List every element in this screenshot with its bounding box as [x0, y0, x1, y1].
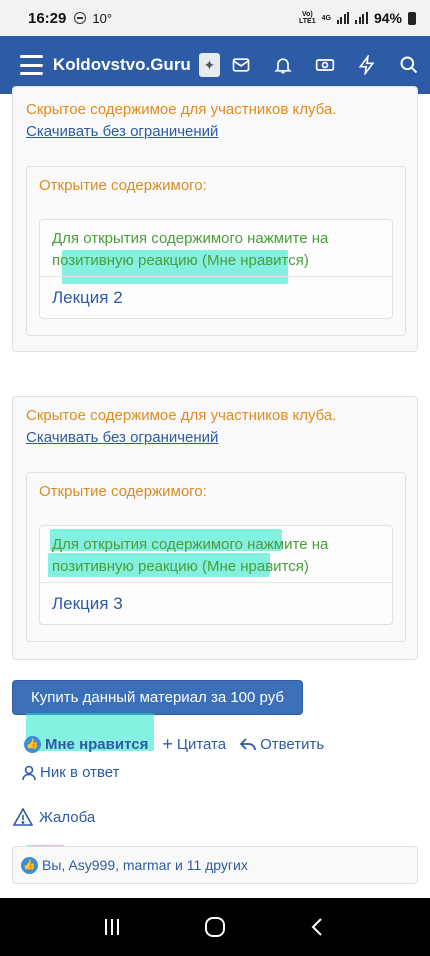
- battery-percent: 94%: [373, 10, 402, 26]
- thumbs-up-icon: 👍: [21, 856, 38, 874]
- menu-icon[interactable]: [20, 55, 43, 75]
- user-icon: [22, 765, 36, 780]
- plus-icon: +: [162, 733, 173, 754]
- unlock-content-title: Открытие содержимого:: [39, 483, 207, 500]
- reply-button[interactable]: Ответить: [240, 736, 324, 753]
- reactions-summary[interactable]: 👍 Вы, Asy999, marmar и 11 других: [12, 846, 418, 884]
- brand-logo-icon[interactable]: ✦: [198, 53, 220, 77]
- like-button[interactable]: 👍 Мне нравится: [24, 735, 148, 753]
- network-type: 4G: [321, 14, 331, 22]
- do-not-disturb-icon: [74, 12, 87, 24]
- unlock-content-box: Открытие содержимого: Для открытия содер…: [26, 166, 406, 336]
- signal-icon: [336, 12, 350, 24]
- reaction-you[interactable]: Вы: [42, 857, 61, 873]
- site-brand[interactable]: Koldovstvo.Guru: [53, 55, 191, 75]
- card-divider: [40, 582, 392, 583]
- report-button[interactable]: Жалоба: [13, 808, 95, 826]
- status-time: 16:29: [28, 9, 67, 27]
- signal-icon-2: [355, 12, 368, 24]
- unlock-instruction: Для открытия содержимого нажмите на пози…: [52, 536, 329, 575]
- reply-icon: [240, 738, 256, 751]
- download-unlimited-link[interactable]: Скачивать без ограничений: [26, 123, 218, 140]
- unlock-instruction: Для открытия содержимого нажмите на пози…: [52, 230, 329, 269]
- unlock-content-box: Открытие содержимого: Для открытия содер…: [26, 472, 406, 642]
- volte-indicator: Vo) LTE1: [299, 11, 316, 25]
- hidden-content-title: Скрытое содержимое для участников клуба.: [26, 407, 337, 424]
- lecture-title[interactable]: Лекция 3: [52, 594, 123, 614]
- nick-reply-button[interactable]: Ник в ответ: [22, 764, 119, 781]
- unlock-card: Для открытия содержимого нажмите на пози…: [39, 219, 393, 319]
- lecture-title[interactable]: Лекция 2: [52, 288, 123, 308]
- system-navigation-bar: [0, 898, 430, 956]
- back-button[interactable]: [298, 907, 338, 947]
- download-unlimited-link[interactable]: Скачивать без ограничений: [26, 429, 218, 446]
- buy-material-button[interactable]: Купить данный материал за 100 руб: [12, 680, 303, 715]
- hidden-content-block: Скрытое содержимое для участников клуба.…: [12, 86, 418, 352]
- status-bar: 16:29 10° Vo) LTE1 4G 94%: [0, 0, 430, 36]
- battery-icon: [408, 11, 416, 25]
- status-temperature: 10°: [92, 10, 113, 26]
- reaction-others[interactable]: , Asy999, marmar и 11 других: [61, 857, 247, 873]
- warning-icon: [13, 808, 33, 826]
- unlock-card: Для открытия содержимого нажмите на пози…: [39, 525, 393, 625]
- recent-apps-button[interactable]: [92, 907, 132, 947]
- card-divider: [40, 276, 392, 277]
- unlock-content-title: Открытие содержимого:: [39, 177, 207, 194]
- hidden-content-title: Скрытое содержимое для участников клуба.: [26, 101, 337, 118]
- post-actions: 👍 Мне нравится + Цитата Ответить: [24, 732, 338, 756]
- home-button[interactable]: [195, 907, 235, 947]
- quote-button[interactable]: + Цитата: [162, 734, 226, 755]
- thumbs-up-icon: 👍: [24, 735, 41, 753]
- hidden-content-block: Скрытое содержимое для участников клуба.…: [12, 396, 418, 660]
